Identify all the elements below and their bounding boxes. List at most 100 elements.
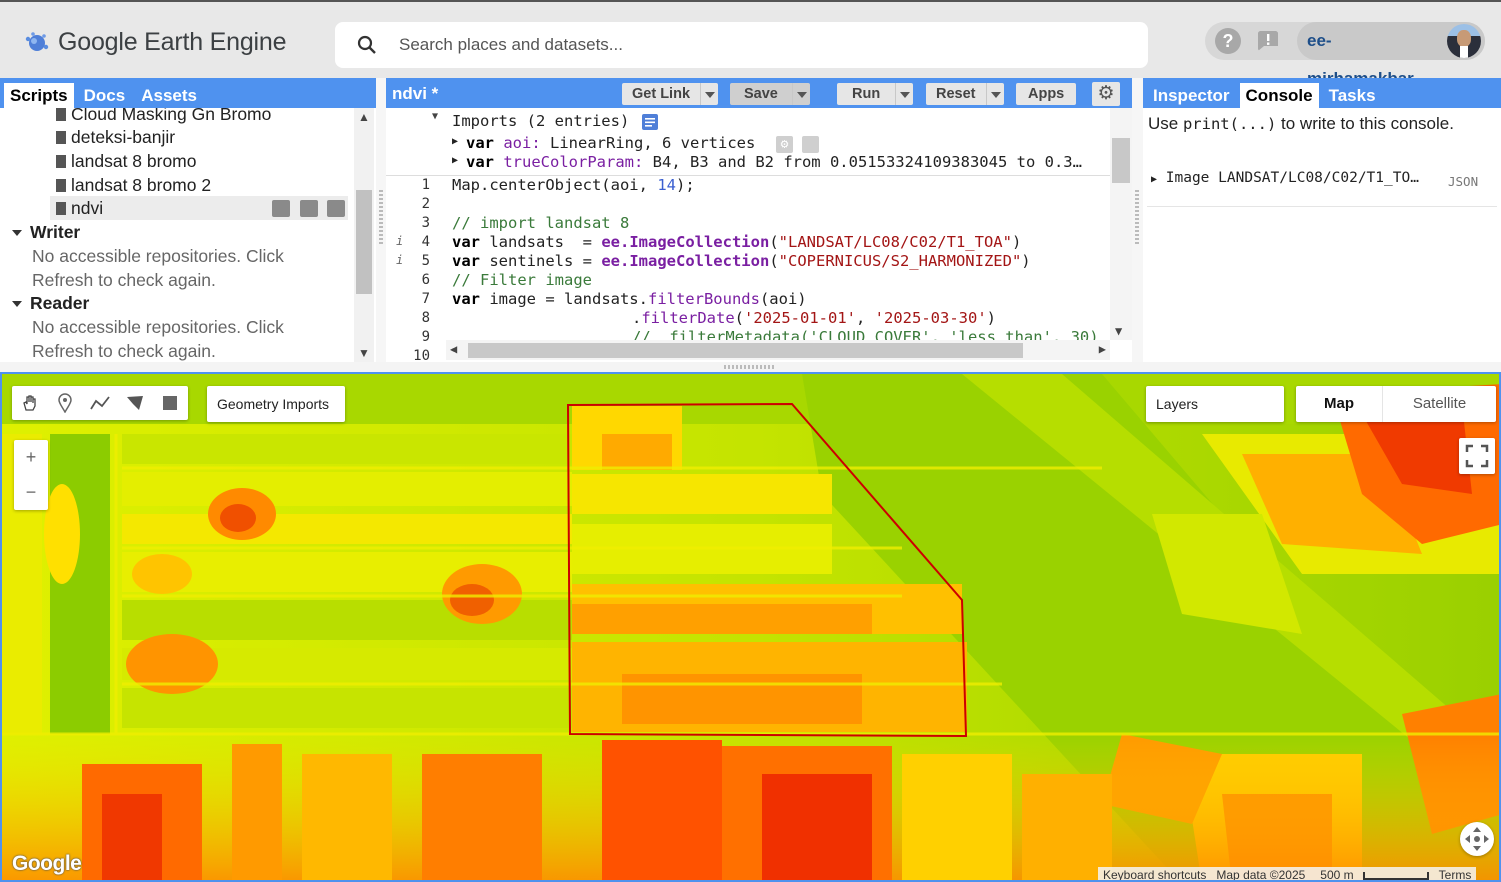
script-title: ndvi * (392, 84, 439, 103)
zoom-out-button[interactable]: − (14, 475, 48, 510)
apps-button[interactable]: Apps (1016, 83, 1077, 105)
code-line[interactable]: var image = landsats.filterBounds(aoi) (452, 290, 807, 308)
script-item[interactable]: landsat 8 bromo (56, 151, 197, 172)
map-type-map-button[interactable]: Map (1296, 386, 1382, 422)
script-item[interactable]: landsat 8 bromo 2 (56, 175, 211, 196)
target-icon[interactable] (802, 136, 819, 153)
panel-resizer[interactable] (376, 78, 386, 362)
scroll-thumb[interactable] (356, 190, 372, 294)
left-scrollbar[interactable]: ▲ ▼ (354, 108, 374, 362)
delete-icon[interactable] (327, 200, 345, 217)
file-icon (56, 131, 66, 144)
group-writer[interactable]: Writer (12, 222, 80, 243)
button-label: Reset (936, 86, 976, 102)
feedback-icon[interactable] (1255, 28, 1281, 54)
map-type-satellite-button[interactable]: Satellite (1382, 386, 1496, 422)
code-line[interactable]: .filterDate('2025-01-01', '2025-03-30') (632, 309, 996, 327)
file-icon (56, 202, 66, 215)
get-link-button[interactable]: Get Link (622, 83, 719, 105)
save-button[interactable]: Save (730, 83, 810, 105)
tab-assets[interactable]: Assets (135, 83, 203, 108)
keyboard-shortcuts-link[interactable]: Keyboard shortcuts (1098, 867, 1211, 880)
google-logo[interactable]: Google (12, 852, 82, 876)
line-number: 8 (421, 310, 430, 326)
account-area: ? ee-mirhamakbar (1205, 22, 1485, 88)
camera-control-icon[interactable] (1460, 822, 1494, 856)
fullscreen-icon[interactable] (1459, 438, 1495, 474)
file-icon (56, 108, 66, 121)
layers-button[interactable]: Layers (1146, 386, 1284, 422)
import-truecolorparam[interactable]: var trueColorParam: B4, B3 and B2 from 0… (466, 153, 1082, 171)
collapse-caret-icon[interactable]: ▼ (432, 111, 438, 122)
search-input[interactable] (399, 35, 1099, 55)
code-line[interactable]: var sentinels = ee.ImageCollection("COPE… (452, 252, 1031, 270)
map-view[interactable]: Geometry Imports + − Layers Map Satellit… (0, 372, 1501, 882)
json-link[interactable]: JSON (1448, 174, 1478, 189)
run-button[interactable]: Run (837, 83, 914, 105)
map-type-toggle: Map Satellite (1296, 386, 1496, 422)
document-icon[interactable] (642, 114, 658, 130)
code-line[interactable]: var landsats = ee.ImageCollection("LANDS… (452, 233, 1021, 251)
script-item[interactable]: Cloud Masking Gn Bromo (56, 108, 271, 125)
ndvi-map-layer[interactable] (2, 374, 1501, 882)
gear-icon[interactable]: ⚙ (1092, 82, 1120, 106)
chevron-down-icon[interactable] (791, 83, 810, 105)
scroll-thumb[interactable] (1112, 138, 1130, 183)
script-item-selected[interactable]: ndvi (56, 198, 103, 219)
tab-docs[interactable]: Docs (78, 83, 132, 108)
line-number: 7 (421, 291, 430, 307)
chevron-down-icon[interactable] (895, 83, 913, 105)
tab-inspector[interactable]: Inspector (1147, 83, 1236, 108)
revision-history-icon[interactable] (272, 200, 290, 217)
code-editor[interactable]: ▼ Imports (2 entries) ▶ var aoi: LinearR… (386, 108, 1132, 362)
marker-icon[interactable] (47, 386, 82, 420)
rectangle-icon[interactable] (152, 386, 187, 420)
caret-down-icon (12, 300, 22, 307)
right-panel-tabs: Inspector Console Tasks (1143, 78, 1501, 108)
zoom-in-button[interactable]: + (14, 440, 48, 475)
code-line[interactable]: // import landsat 8 (452, 214, 629, 232)
scroll-right-icon[interactable]: ▶ (1099, 342, 1106, 356)
button-label: Get Link (632, 86, 691, 102)
editor-vertical-scrollbar[interactable]: ▼ (1110, 108, 1132, 340)
avatar[interactable] (1447, 24, 1481, 58)
chevron-down-icon[interactable] (700, 83, 718, 105)
expand-caret-icon[interactable]: ▶ (1151, 174, 1157, 185)
info-icon[interactable]: i (396, 234, 403, 248)
scroll-up-icon[interactable]: ▲ (358, 110, 370, 124)
search-bar[interactable] (335, 22, 1148, 68)
help-icon[interactable]: ? (1215, 28, 1241, 54)
expand-caret-icon[interactable]: ▶ (452, 155, 458, 166)
map-resizer[interactable] (0, 362, 1501, 372)
panel-resizer[interactable] (1132, 78, 1143, 362)
polygon-icon[interactable] (117, 386, 152, 420)
rename-icon[interactable] (300, 200, 318, 217)
top-header: Google Earth Engine ? ee-mirhamakbar (0, 0, 1501, 88)
tab-tasks[interactable]: Tasks (1323, 83, 1382, 108)
chevron-down-icon[interactable] (985, 83, 1004, 105)
polyline-icon[interactable] (82, 386, 117, 420)
gear-icon[interactable]: ⚙ (776, 136, 793, 153)
code-line[interactable]: Map.centerObject(aoi, 14); (452, 176, 695, 194)
tab-console[interactable]: Console (1239, 83, 1319, 108)
app-logo[interactable]: Google Earth Engine (24, 28, 287, 57)
scroll-down-icon[interactable]: ▼ (1115, 324, 1122, 338)
reset-button[interactable]: Reset (926, 83, 1004, 105)
scroll-down-icon[interactable]: ▼ (358, 346, 370, 360)
code-line[interactable]: // Filter image (452, 271, 592, 289)
scroll-left-icon[interactable]: ◀ (450, 342, 457, 356)
editor-horizontal-scrollbar[interactable]: ◀ ▶ (446, 340, 1110, 360)
scale-indicator[interactable]: 500 m (1310, 867, 1433, 880)
terms-link[interactable]: Terms (1434, 867, 1477, 880)
info-icon[interactable]: i (396, 253, 403, 267)
import-aoi[interactable]: var aoi: LinearRing, 6 vertices (466, 134, 755, 152)
console-output-item[interactable]: ▶ Image LANDSAT/LC08/C02/T1_TO… (1151, 170, 1495, 186)
imports-header[interactable]: Imports (2 entries) (452, 112, 629, 130)
tab-scripts[interactable]: Scripts (4, 83, 74, 108)
hand-icon[interactable] (12, 386, 47, 420)
group-reader[interactable]: Reader (12, 293, 89, 314)
geometry-imports-button[interactable]: Geometry Imports (207, 386, 345, 422)
scroll-thumb[interactable] (468, 343, 1023, 358)
expand-caret-icon[interactable]: ▶ (452, 136, 458, 147)
script-item[interactable]: deteksi-banjir (56, 127, 175, 148)
